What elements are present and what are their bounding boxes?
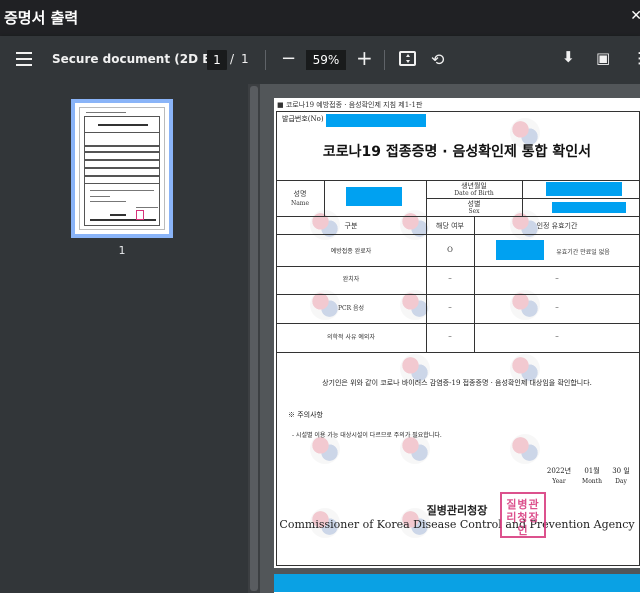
redacted-name [346, 187, 402, 206]
row-category: PCR 음성 [337, 305, 365, 312]
row-validity: – [555, 274, 559, 282]
pdf-toolbar: Secure document (2D B... 1 / 1 − 59% + ⟲… [0, 36, 640, 84]
scrollbar-thumb[interactable] [250, 86, 258, 591]
date-year: 2022년 [546, 467, 572, 475]
page-total: 1 [241, 52, 249, 66]
thumbnail-page-label: 1 [118, 244, 126, 257]
date-day-en: Day [615, 478, 627, 485]
row-validity: 유효기간 만료일 없음 [556, 249, 610, 256]
zoom-in-button[interactable]: + [356, 46, 373, 70]
header-validity: 인정 유효기간 [536, 222, 578, 230]
row-category: 의학적 사유 예외자 [327, 334, 375, 341]
row-category: 완치자 [342, 276, 360, 283]
dob-label-en: Date of Birth [454, 190, 494, 197]
page-separator: / [230, 52, 235, 66]
menu-icon[interactable] [16, 52, 32, 66]
document-guideline-label: ■ 코로나19 예방접종 · 음성확인제 지침 제1-1판 [277, 101, 423, 109]
redacted-dob [546, 182, 622, 196]
redacted-validity-date [496, 240, 544, 260]
certification-statement: 상기인은 위와 같이 코로나 바이러스 감염증-19 접종증명 · 음성확인제 … [322, 379, 592, 387]
agency-name-ko: 질병관리청장 [426, 504, 488, 517]
date-year-en: Year [552, 478, 566, 485]
name-label-en: Name [290, 200, 310, 207]
close-icon[interactable]: ✕ [630, 8, 640, 24]
document-filename: Secure document (2D B... [52, 52, 226, 66]
zoom-out-button[interactable]: − [281, 48, 296, 69]
page-number-input[interactable]: 1 [207, 50, 227, 70]
pdf-page-next [274, 574, 640, 593]
toolbar-divider [384, 50, 385, 70]
document-title: 코로나19 접종증명 · 음성확인제 통합 확인서 [322, 144, 592, 160]
row-applicable: O [447, 246, 453, 254]
agency-name-en: Commissioner of Korea Disease Control an… [279, 518, 635, 531]
fit-page-icon[interactable] [399, 51, 416, 66]
header-category: 구분 [344, 222, 358, 230]
pdf-page: ■ 코로나19 예방접종 · 음성확인제 지침 제1-1판 발급번호(No) 코… [274, 98, 640, 568]
rotate-icon[interactable]: ⟲ [431, 50, 444, 69]
date-month: 01월 [584, 467, 600, 475]
window-titlebar: 증명서 출력 ✕ [0, 0, 640, 36]
redacted-sex [552, 202, 626, 213]
download-icon[interactable]: ⬇ [562, 48, 575, 66]
row-validity: – [555, 303, 559, 311]
name-label-ko: 성명 [293, 190, 307, 198]
page-thumbnail[interactable] [71, 99, 173, 238]
toolbar-divider [265, 50, 266, 70]
row-validity: – [555, 332, 559, 340]
official-seal-stamp: 질병관리청장인 [500, 492, 546, 538]
window-title: 증명서 출력 [4, 9, 79, 27]
sidebar-scrollbar[interactable] [248, 84, 260, 593]
more-vert-icon[interactable]: ⋮ [632, 49, 640, 67]
date-month-en: Month [582, 478, 602, 485]
header-applicable: 해당 여부 [436, 222, 464, 230]
seal-text: 질병관리청장인 [506, 498, 540, 537]
thumbnail-sidebar: 1 [0, 84, 248, 593]
zoom-input[interactable]: 59% [306, 50, 346, 70]
row-applicable: – [448, 303, 452, 311]
print-icon[interactable]: ▣ [596, 49, 610, 67]
redacted-issue-number [326, 114, 426, 127]
row-applicable: – [448, 332, 452, 340]
notice-heading: ※ 주의사항 [288, 411, 323, 419]
issue-number-label: 발급번호(No) [282, 115, 324, 123]
thumbnail-preview [79, 107, 165, 230]
sex-label-en: Sex [468, 208, 480, 215]
row-applicable: – [448, 274, 452, 282]
row-category: 예방접종 완료자 [330, 248, 372, 255]
page-header-bar [274, 574, 640, 592]
notice-text: - 시설별 이용 가능 대상시설이 다르므로 주의가 필요합니다. [292, 432, 442, 439]
date-day: 30 일 [612, 467, 630, 475]
document-viewer[interactable]: ■ 코로나19 예방접종 · 음성확인제 지침 제1-1판 발급번호(No) 코… [260, 84, 640, 593]
